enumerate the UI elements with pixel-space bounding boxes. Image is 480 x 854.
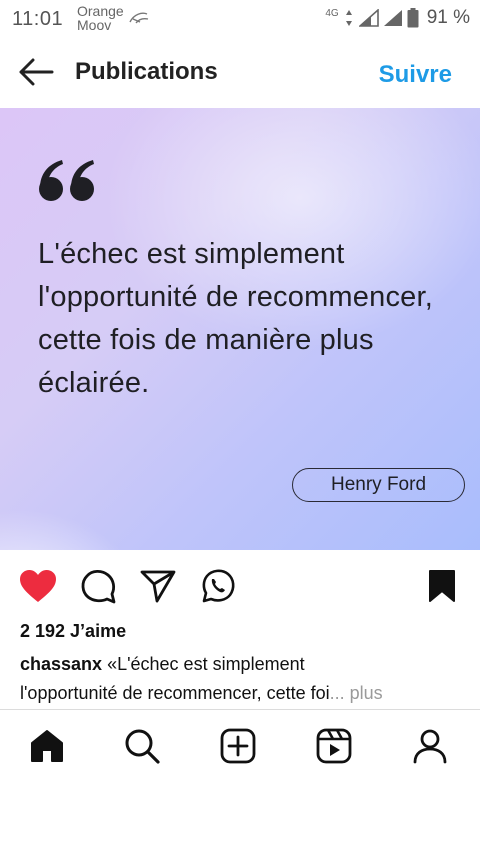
data-arrows-icon [345,10,352,26]
carrier-line-2: Moov [77,17,112,33]
nav-profile[interactable] [408,726,452,766]
page-title: Publications [75,58,218,85]
share-icon [140,570,176,603]
status-bar: 11:01 Orange Moov 4G 91 % [0,0,480,38]
heart-icon [20,570,56,602]
nav-reels[interactable] [312,726,356,766]
bottom-nav [0,709,480,781]
quote-mark-icon [39,160,94,201]
bookmark-icon [429,570,455,602]
caption-username[interactable]: chassanx [20,654,102,674]
carrier-line-1: Orange [77,3,124,19]
battery-icon [407,8,419,28]
back-arrow-icon [19,58,54,86]
home-icon [31,730,63,762]
save-button[interactable] [422,566,462,606]
whatsapp-icon [202,569,235,603]
carrier-icon [129,12,149,24]
network-type: 4G [325,7,339,19]
comment-icon [81,569,116,604]
whatsapp-button[interactable] [198,566,238,606]
post-actions [0,560,480,612]
share-button[interactable] [138,566,178,606]
nav-home[interactable] [25,726,69,766]
reels-icon [316,728,352,764]
header: Publications Suivre [0,38,480,108]
profile-icon [413,729,447,764]
caption-more-link[interactable]: plus [345,683,383,703]
status-time: 11:01 [12,8,64,30]
caption-text-line1: «L'échec est simplement [102,654,305,674]
signal-icon [358,9,379,27]
status-right: 4G 91 % [325,6,470,30]
follow-button[interactable]: Suivre [379,61,452,89]
author-name: Henry Ford [330,474,427,495]
quote-text: L'échec est simplement l'opportunité de … [38,238,433,399]
like-button[interactable] [18,566,58,606]
likes-count[interactable]: 2 192 J’aime [20,621,126,642]
nav-search[interactable] [120,726,164,766]
caption-ellipsis: ... [329,683,345,703]
signal-icon-2 [383,10,402,26]
carrier-label: Orange Moov [77,4,124,32]
nav-create[interactable] [216,726,260,766]
create-icon [220,728,256,764]
caption-text-line2: l'opportunité de recommencer, cette foi [20,683,330,703]
author-badge: Henry Ford [292,468,465,502]
back-button[interactable] [16,54,56,90]
comment-button[interactable] [78,566,118,606]
post-caption[interactable]: chassanx «L'échec est simplement l'oppor… [20,650,460,708]
battery-percent: 91 % [426,7,470,28]
search-icon [125,729,160,764]
post-image[interactable]: L'échec est simplement l'opportunité de … [0,108,480,550]
